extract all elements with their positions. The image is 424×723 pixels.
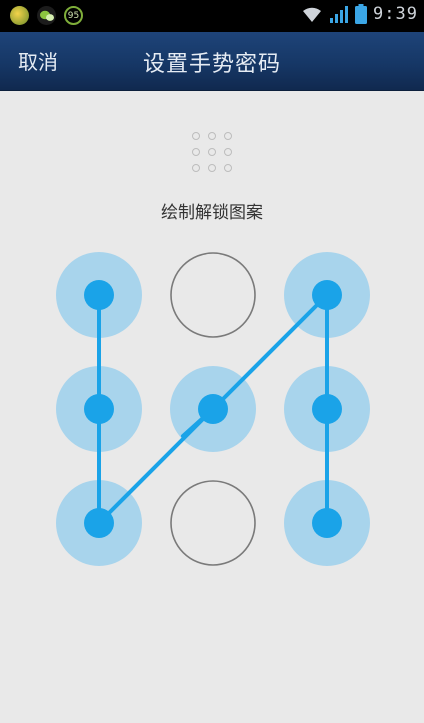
- pattern-dot-6: [312, 394, 342, 424]
- pattern-node-8[interactable]: [170, 480, 256, 566]
- pattern-dot-9: [312, 508, 342, 538]
- pattern-node-2[interactable]: [170, 252, 256, 338]
- pattern-dot-5: [198, 394, 228, 424]
- pattern-dot-3: [312, 280, 342, 310]
- pattern-lock-grid[interactable]: [0, 0, 424, 723]
- pattern-dot-1: [84, 280, 114, 310]
- pattern-dot-4: [84, 394, 114, 424]
- pattern-dot-7: [84, 508, 114, 538]
